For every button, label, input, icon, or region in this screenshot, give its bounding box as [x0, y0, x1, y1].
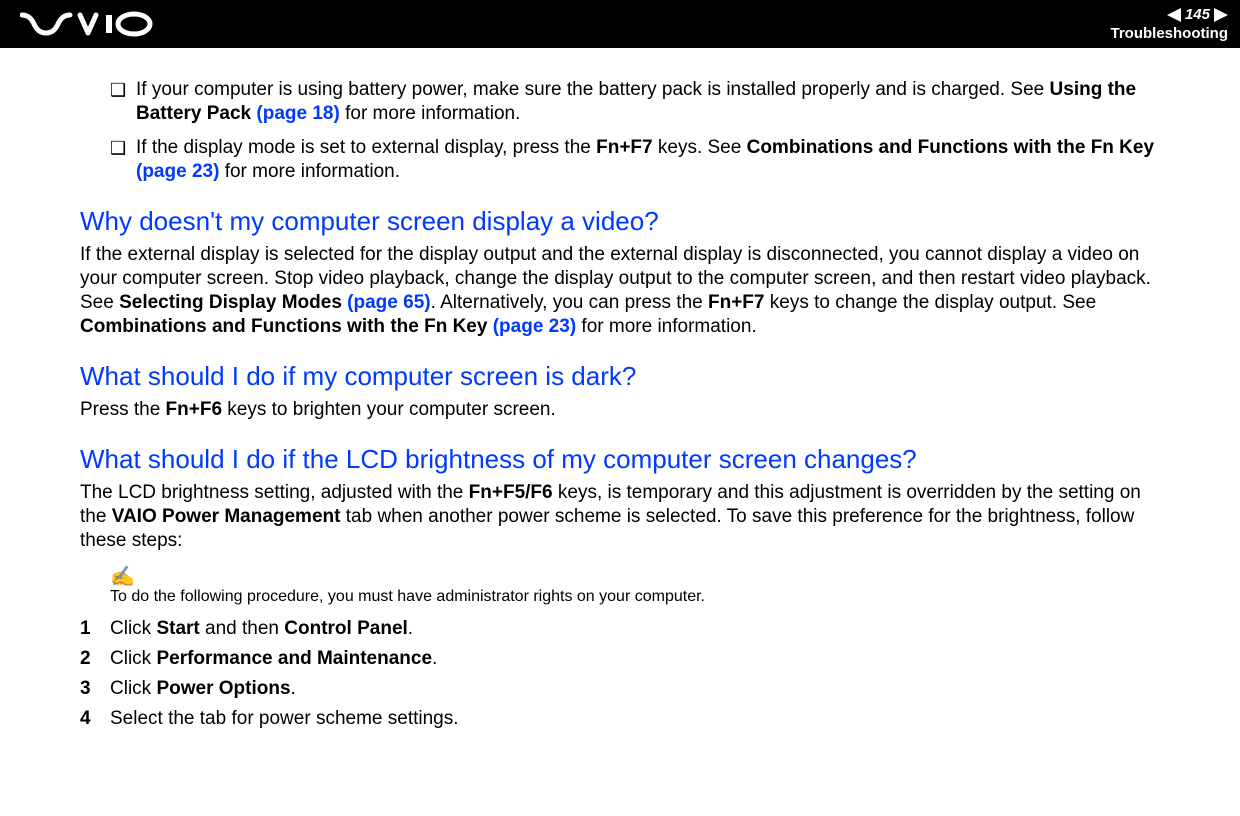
- page-ref-link[interactable]: (page 23): [493, 316, 576, 337]
- text-fragment: Press the: [80, 399, 166, 420]
- text-fragment: The LCD brightness setting, adjusted wit…: [80, 482, 469, 503]
- bullet-marker-icon: ❑: [110, 78, 136, 126]
- text-fragment: keys to change the display output. See: [764, 292, 1096, 313]
- text-fragment: keys. See: [653, 137, 747, 158]
- text-fragment: . Alternatively, you can press the: [431, 292, 708, 313]
- text-bold: Combinations and Functions with the Fn K…: [80, 316, 493, 337]
- text-bold: Start: [156, 618, 199, 639]
- note-text: To do the following procedure, you must …: [110, 587, 1160, 607]
- text-bold: Performance and Maintenance: [156, 648, 432, 669]
- text-bold: Control Panel: [284, 618, 408, 639]
- faq-heading: What should I do if the LCD brightness o…: [80, 444, 1160, 475]
- text-fragment: If your computer is using battery power,…: [136, 79, 1050, 100]
- text-fragment: .: [408, 618, 413, 639]
- faq-heading: What should I do if my computer screen i…: [80, 361, 1160, 392]
- bullet-marker-icon: ❑: [110, 136, 136, 184]
- text-fragment: keys to brighten your computer screen.: [222, 399, 556, 420]
- step-number: 3: [80, 677, 110, 701]
- text-bold: Combinations and Functions with the Fn K…: [747, 137, 1154, 158]
- step-number: 1: [80, 617, 110, 641]
- step-item: 1 Click Start and then Control Panel.: [80, 617, 1160, 641]
- prev-page-arrow-icon[interactable]: [1167, 8, 1181, 22]
- content-area: ❑ If your computer is using battery powe…: [0, 48, 1240, 757]
- text-fragment: for more information.: [576, 316, 757, 337]
- text-fragment: for more information.: [340, 103, 521, 124]
- step-number: 4: [80, 707, 110, 731]
- faq-answer: Press the Fn+F6 keys to brighten your co…: [80, 398, 1160, 422]
- faq-heading: Why doesn't my computer screen display a…: [80, 206, 1160, 237]
- step-text: Click Start and then Control Panel.: [110, 617, 413, 641]
- text-fragment: .: [291, 678, 296, 699]
- faq-answer: If the external display is selected for …: [80, 243, 1160, 339]
- text-bold: Fn+F6: [166, 399, 222, 420]
- page-ref-link[interactable]: (page 65): [347, 292, 430, 313]
- text-bold: Power Options: [156, 678, 290, 699]
- vaio-logo: [20, 11, 160, 37]
- bullet-item: ❑ If your computer is using battery powe…: [80, 78, 1160, 126]
- step-item: 4 Select the tab for power scheme settin…: [80, 707, 1160, 731]
- page-ref-link[interactable]: (page 18): [256, 103, 339, 124]
- note-block: ✍ To do the following procedure, you mus…: [80, 567, 1160, 607]
- text-fragment: .: [432, 648, 437, 669]
- text-bold: VAIO Power Management: [112, 506, 341, 527]
- step-text: Click Performance and Maintenance.: [110, 647, 437, 671]
- step-text: Select the tab for power scheme settings…: [110, 707, 459, 731]
- step-item: 2 Click Performance and Maintenance.: [80, 647, 1160, 671]
- header-right: 145 Troubleshooting: [1111, 6, 1229, 42]
- header-bar: 145 Troubleshooting: [0, 0, 1240, 48]
- page-number: 145: [1185, 6, 1210, 23]
- text-fragment: Click: [110, 618, 156, 639]
- text-fragment: Click: [110, 678, 156, 699]
- step-number: 2: [80, 647, 110, 671]
- bullet-text: If the display mode is set to external d…: [136, 136, 1160, 184]
- bullet-text: If your computer is using battery power,…: [136, 78, 1160, 126]
- faq-answer: The LCD brightness setting, adjusted wit…: [80, 481, 1160, 553]
- text-fragment: If the display mode is set to external d…: [136, 137, 596, 158]
- section-title: Troubleshooting: [1111, 25, 1229, 42]
- vaio-logo-svg: [20, 11, 160, 37]
- text-bold: Fn+F7: [708, 292, 764, 313]
- text-bold: Selecting Display Modes: [119, 292, 347, 313]
- step-item: 3 Click Power Options.: [80, 677, 1160, 701]
- text-bold: Fn+F7: [596, 137, 652, 158]
- text-fragment: and then: [200, 618, 285, 639]
- page-nav: 145: [1167, 6, 1228, 23]
- text-fragment: for more information.: [219, 161, 400, 182]
- text-fragment: Click: [110, 648, 156, 669]
- bullet-item: ❑ If the display mode is set to external…: [80, 136, 1160, 184]
- page-ref-link[interactable]: (page 23): [136, 161, 219, 182]
- note-icon: ✍: [110, 567, 1160, 587]
- text-bold: Fn+F5/F6: [469, 482, 553, 503]
- step-text: Click Power Options.: [110, 677, 296, 701]
- next-page-arrow-icon[interactable]: [1214, 8, 1228, 22]
